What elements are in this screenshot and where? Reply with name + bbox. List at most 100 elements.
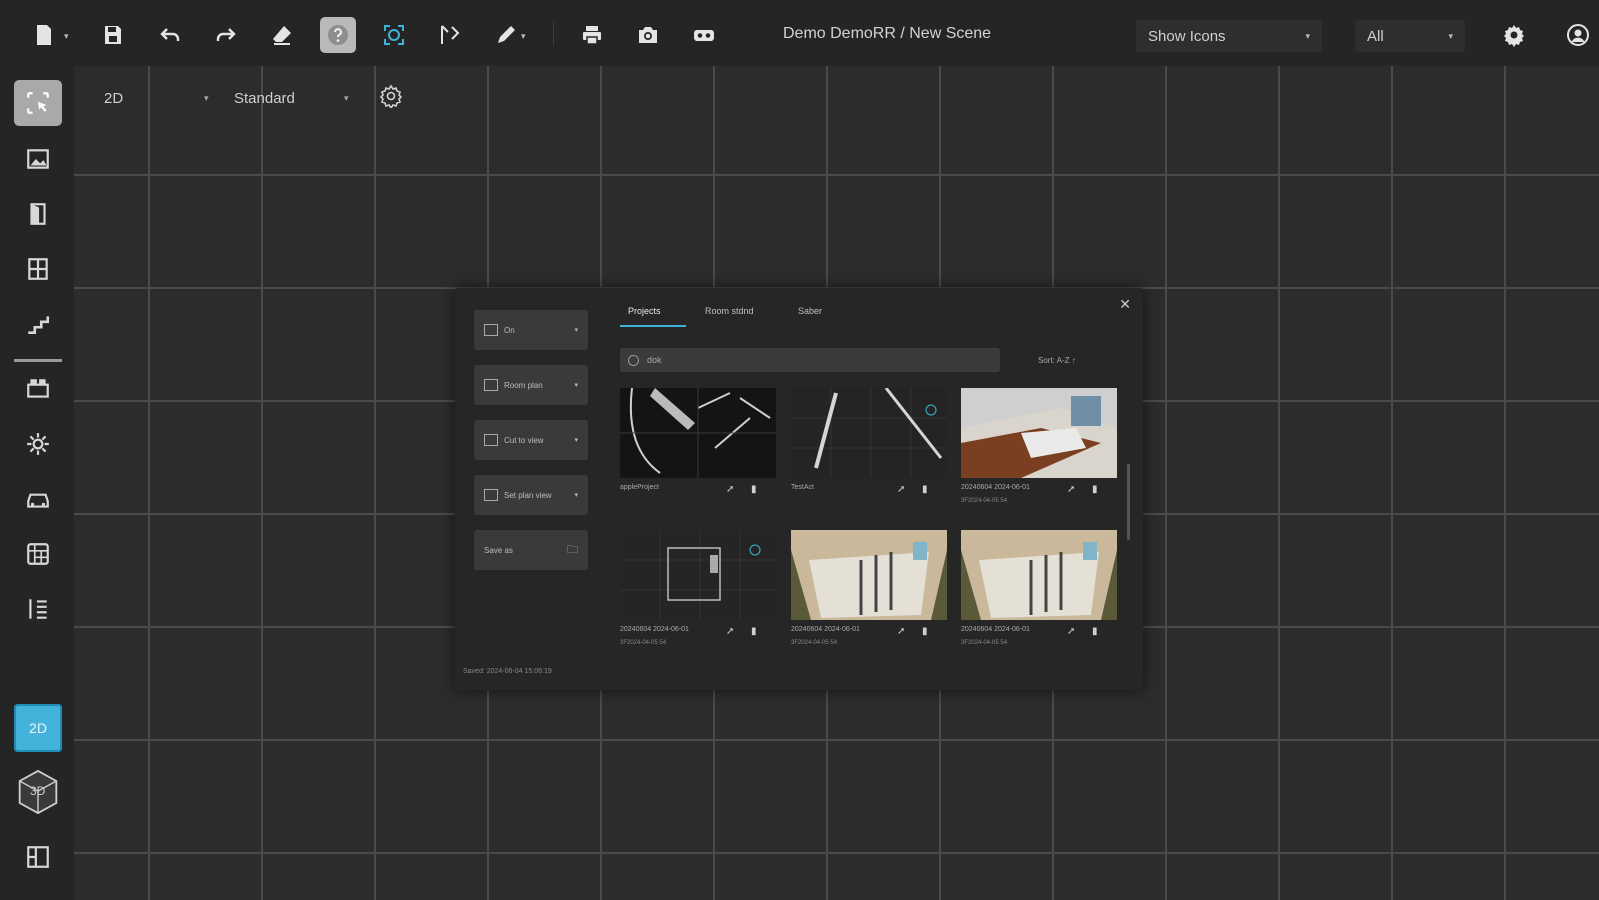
sort-select[interactable]: Sort: A-Z ↑	[1038, 356, 1076, 365]
view-settings-gear-icon[interactable]	[379, 84, 403, 108]
side-button-label: Save as	[484, 545, 513, 555]
search-value: dok	[647, 355, 662, 365]
panel-layout-icon[interactable]	[14, 834, 62, 880]
view-mode-select[interactable]: 2D	[104, 90, 123, 107]
card-title: 20240604 2024-06-01	[620, 626, 689, 633]
folder-icon: 🗀	[567, 543, 578, 556]
chevron-down-icon[interactable]: ▾	[521, 31, 526, 42]
select-tool-icon[interactable]	[14, 80, 62, 126]
dialog-side-button-cut-view[interactable]: Cut to view ▾	[474, 420, 588, 460]
undo-icon[interactable]	[152, 17, 188, 53]
project-card[interactable]: TestAct ➚ ▮	[791, 388, 947, 528]
print-icon[interactable]	[574, 17, 610, 53]
left-sidebar: 2D 3D	[0, 66, 74, 900]
filter-select[interactable]: All ▾	[1355, 20, 1465, 52]
new-file-icon[interactable]	[26, 17, 62, 53]
filter-value: All	[1367, 27, 1384, 45]
cut-icon	[484, 434, 498, 446]
chevron-down-icon: ▾	[1305, 30, 1310, 41]
share-icon[interactable]: ➚	[1067, 484, 1075, 495]
pencil-icon[interactable]	[488, 17, 524, 53]
dialog-save-as-button[interactable]: Save as 🗀	[474, 530, 588, 570]
share-icon[interactable]: ➚	[897, 626, 905, 637]
chevron-down-icon[interactable]: ▾	[204, 93, 209, 104]
card-title: 20240604 2024-06-01	[961, 484, 1030, 491]
delete-icon[interactable]: ▮	[922, 484, 928, 495]
top-toolbar: ▾ ▾ Demo DemoRR / New Scene Show Icons ▾…	[0, 0, 1599, 67]
door-icon[interactable]	[14, 191, 62, 237]
project-card[interactable]: 20240604 2024-06-01 3F2024-04-05 54 ➚ ▮	[961, 530, 1117, 670]
dialog-side-button-room-plan[interactable]: Room plan ▾	[474, 365, 588, 405]
card-title: 20240604 2024-06-01	[791, 626, 860, 633]
stairs-icon[interactable]	[14, 301, 62, 347]
share-icon[interactable]: ➚	[726, 484, 734, 495]
settings-gear-icon[interactable]	[1496, 17, 1532, 53]
show-icons-select[interactable]: Show Icons ▾	[1136, 20, 1322, 52]
delete-icon[interactable]: ▮	[751, 626, 757, 637]
tab-room-standard[interactable]: Room stdnd	[705, 306, 754, 316]
furniture-icon[interactable]	[14, 366, 62, 412]
chevron-down-icon: ▾	[574, 437, 578, 444]
tab-saber[interactable]: Saber	[798, 306, 822, 316]
material-texture-icon[interactable]	[14, 531, 62, 577]
chevron-down-icon[interactable]: ▾	[64, 31, 69, 42]
vr-headset-icon[interactable]	[686, 17, 722, 53]
side-button-label: Cut to view	[504, 435, 544, 445]
project-card[interactable]: appleProject ➚ ▮	[620, 388, 776, 528]
grid-icon	[484, 324, 498, 336]
share-icon[interactable]: ➚	[726, 626, 734, 637]
project-thumbnail	[961, 388, 1117, 478]
delete-icon[interactable]: ▮	[922, 626, 928, 637]
sidebar-divider	[14, 359, 62, 362]
project-card[interactable]: 20240604 2024-06-01 3F2024-04-05 54 ➚ ▮	[791, 530, 947, 670]
window-icon[interactable]	[14, 246, 62, 292]
project-thumbnail	[791, 530, 947, 620]
car-icon[interactable]	[14, 476, 62, 522]
dialog-side-button-on[interactable]: On ▾	[474, 310, 588, 350]
camera-icon[interactable]	[630, 17, 666, 53]
scene-title: Demo DemoRR / New Scene	[783, 25, 992, 42]
share-icon[interactable]: ➚	[897, 484, 905, 495]
image-icon	[484, 379, 498, 391]
chevron-down-icon: ▾	[574, 382, 578, 389]
tab-projects[interactable]: Projects	[628, 306, 661, 316]
dialog-side-button-plan-view[interactable]: Set plan view ▾	[474, 475, 588, 515]
view-3d-button[interactable]: 3D	[14, 766, 62, 818]
project-card[interactable]: 20240604 2024-06-01 3F2024-04-05 54 ➚ ▮	[620, 530, 776, 670]
measure-tool-icon[interactable]	[432, 17, 468, 53]
project-search-input[interactable]: dok	[620, 348, 1000, 372]
card-subtitle: 3F2024-04-05 54	[961, 640, 1008, 646]
delete-icon[interactable]: ▮	[751, 484, 757, 495]
chevron-down-icon: ▾	[1448, 30, 1453, 41]
delete-icon[interactable]: ▮	[1092, 626, 1098, 637]
dialog-scrollbar[interactable]	[1127, 464, 1130, 540]
light-sun-icon[interactable]	[14, 421, 62, 467]
card-subtitle: 3F2024-04-05 54	[961, 498, 1008, 504]
user-account-icon[interactable]	[1560, 17, 1596, 53]
chevron-down-icon[interactable]: ▾	[344, 93, 349, 104]
search-icon	[628, 354, 639, 366]
card-title: TestAct	[791, 484, 814, 491]
project-thumbnail	[620, 530, 776, 620]
project-card[interactable]: 20240604 2024-06-01 3F2024-04-05 54 ➚ ▮	[961, 388, 1117, 528]
view-style-select[interactable]: Standard	[234, 90, 295, 107]
chevron-down-icon: ▾	[574, 327, 578, 334]
focus-select-icon[interactable]	[376, 17, 412, 53]
card-title: appleProject	[620, 484, 659, 491]
project-thumbnail	[791, 388, 947, 478]
card-subtitle: 3F2024-04-05 54	[620, 640, 667, 646]
project-thumbnail	[961, 530, 1117, 620]
help-icon[interactable]	[320, 17, 356, 53]
expand-icon	[484, 489, 498, 501]
view-2d-button[interactable]: 2D	[14, 704, 62, 752]
layers-list-icon[interactable]	[14, 586, 62, 632]
side-button-label: Room plan	[504, 380, 543, 390]
close-icon[interactable]: ✕	[1119, 296, 1131, 313]
save-icon[interactable]	[95, 17, 131, 53]
share-icon[interactable]: ➚	[1067, 626, 1075, 637]
image-icon[interactable]	[14, 136, 62, 182]
redo-icon[interactable]	[208, 17, 244, 53]
eraser-icon[interactable]	[264, 17, 300, 53]
delete-icon[interactable]: ▮	[1092, 484, 1098, 495]
card-title: 20240604 2024-06-01	[961, 626, 1030, 633]
